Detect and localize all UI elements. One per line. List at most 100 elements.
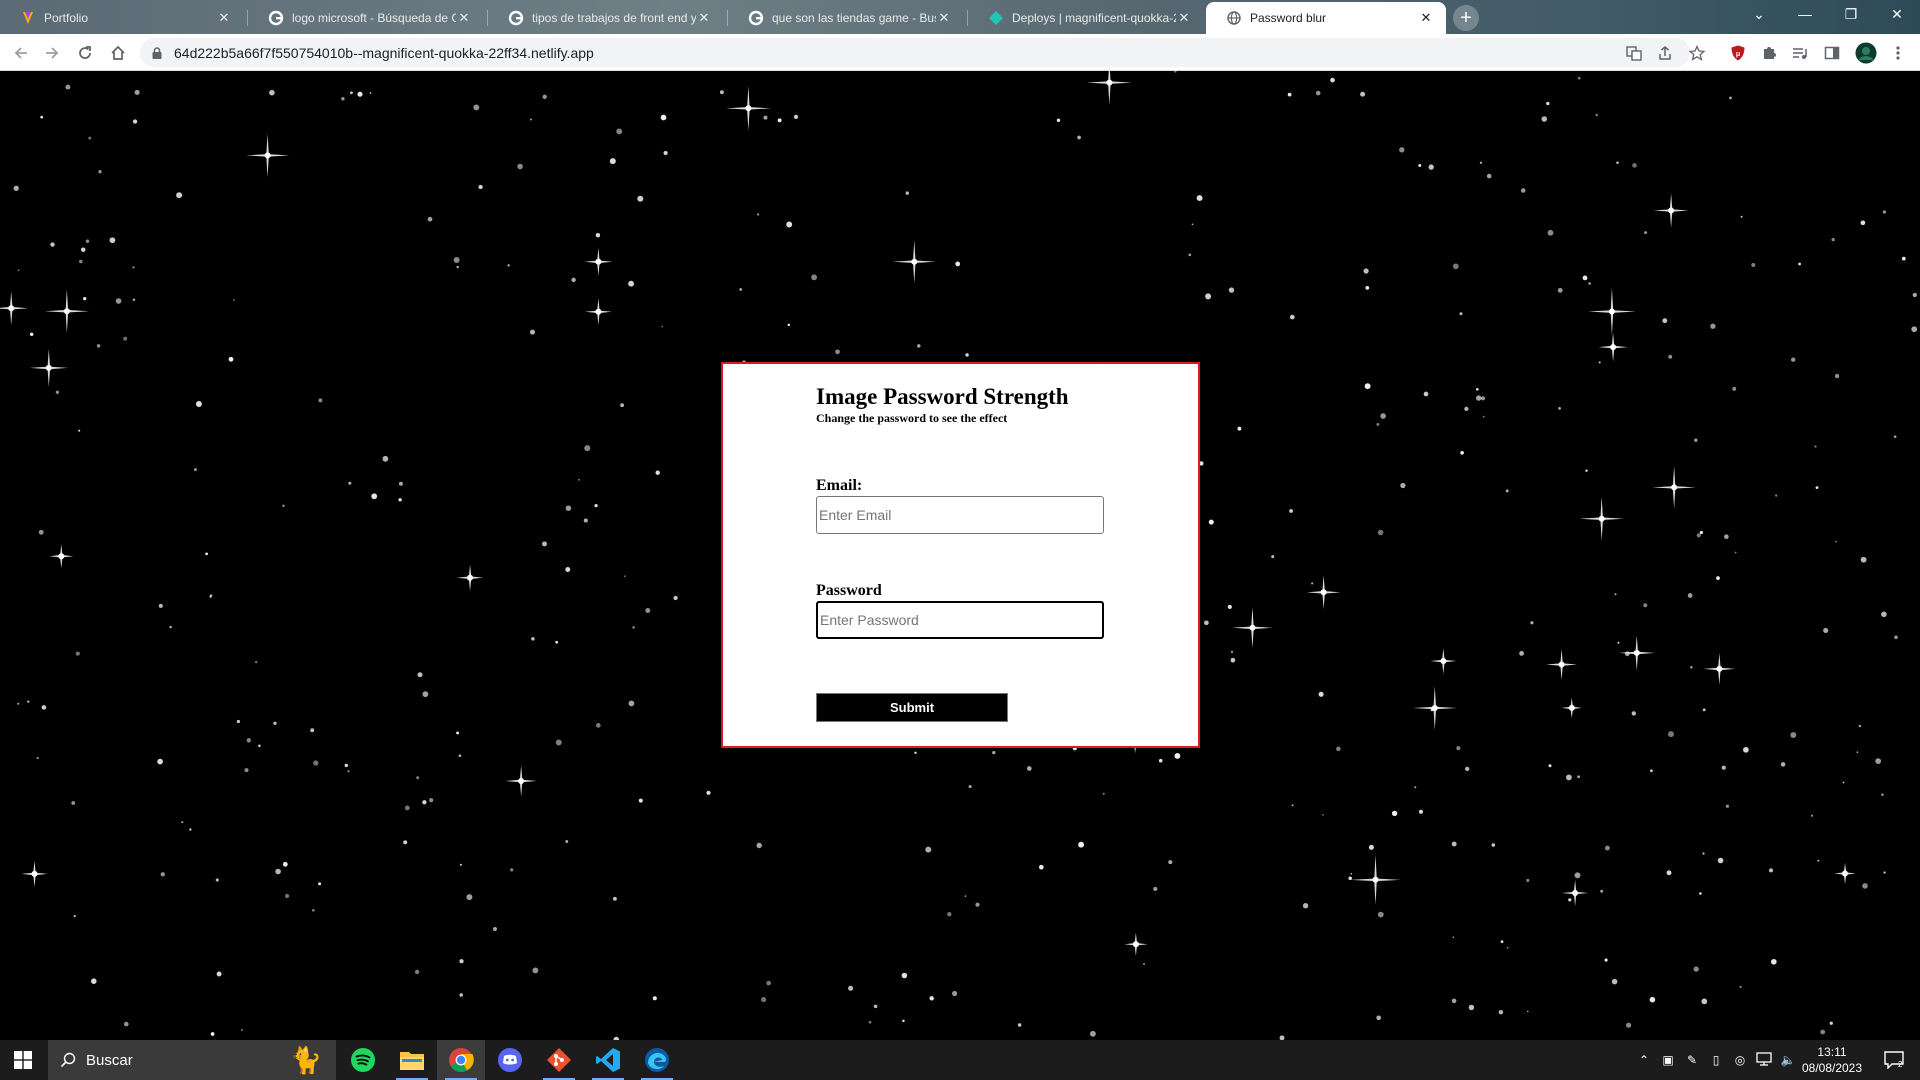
star-dot xyxy=(404,805,410,811)
back-button[interactable] xyxy=(9,41,33,65)
star-dot xyxy=(318,398,323,403)
star-dot xyxy=(216,971,222,977)
star-dot xyxy=(835,349,840,355)
media-control-button[interactable] xyxy=(1788,41,1812,65)
star-dot xyxy=(1770,958,1777,965)
spotify-icon[interactable] xyxy=(339,1040,387,1080)
minimize-button[interactable]: — xyxy=(1782,0,1828,30)
star-dot xyxy=(1291,804,1294,807)
home-button[interactable] xyxy=(106,41,130,65)
star-dot xyxy=(246,738,251,743)
star-dot xyxy=(1856,751,1859,754)
vscode-icon[interactable] xyxy=(584,1040,632,1080)
star-dot xyxy=(456,265,459,269)
url-text[interactable]: 64d222b5a66f7f550754010b--magnificent-qu… xyxy=(174,45,594,61)
browser-menu-button[interactable] xyxy=(1886,41,1910,65)
tab-google-search-front-end[interactable]: tipos de trabajos de front end y ✕ xyxy=(488,2,724,34)
email-label: Email: xyxy=(816,477,863,494)
close-tab-icon[interactable]: ✕ xyxy=(456,10,472,26)
reload-button[interactable] xyxy=(73,41,97,65)
discord-icon[interactable] xyxy=(486,1040,534,1080)
tab-search-chevron-icon[interactable]: ⌄ xyxy=(1736,0,1782,30)
password-input[interactable] xyxy=(816,601,1104,639)
star-sparkle xyxy=(49,544,74,569)
star-dot xyxy=(228,356,234,362)
pen-icon[interactable]: ✎ xyxy=(1680,1053,1704,1067)
star-dot xyxy=(1834,373,1840,379)
star-dot xyxy=(369,92,372,94)
network-icon[interactable] xyxy=(1752,1051,1776,1069)
star-dot xyxy=(473,104,480,111)
chevron-up-icon[interactable]: ⌃ xyxy=(1632,1053,1656,1067)
start-button[interactable] xyxy=(0,1040,46,1080)
location-icon[interactable]: ◎ xyxy=(1728,1053,1752,1067)
star-dot xyxy=(1541,116,1548,122)
star-dot xyxy=(507,264,510,267)
clock[interactable]: 13:11 08/08/2023 xyxy=(1796,1044,1868,1076)
star-dot xyxy=(1451,998,1457,1004)
profile-avatar[interactable] xyxy=(1854,41,1878,65)
star-dot xyxy=(459,863,462,866)
taskbar-search-box[interactable]: Buscar 🐈 xyxy=(48,1040,336,1080)
star-dot xyxy=(1289,509,1293,513)
close-tab-icon[interactable]: ✕ xyxy=(696,10,712,26)
tab-netlify-deploys[interactable]: Deploys | magnificent-quokka-22 ✕ xyxy=(968,2,1204,34)
star-dot xyxy=(1894,635,1898,640)
playlist-icon xyxy=(1793,48,1807,59)
star-dot xyxy=(531,637,535,641)
star-dot xyxy=(1526,878,1530,882)
star-dot xyxy=(282,504,285,507)
windows-taskbar: Buscar 🐈 ⌃ ▣ ✎ ▯ ◎ 🔈 13:11 08/08/2023 2 xyxy=(0,1040,1920,1080)
star-dot xyxy=(1823,627,1829,633)
star-dot xyxy=(673,595,678,601)
star-dot xyxy=(73,914,76,918)
star-dot xyxy=(565,567,571,572)
ublock-extension-button[interactable]: μ xyxy=(1726,41,1750,65)
file-explorer-icon[interactable] xyxy=(388,1040,436,1080)
google-icon xyxy=(268,10,284,26)
star-dot xyxy=(577,478,580,481)
tab-password-blur[interactable]: Password blur ✕ xyxy=(1206,2,1446,34)
meet-now-icon[interactable]: ▣ xyxy=(1656,1053,1680,1067)
star-dot xyxy=(210,1032,215,1036)
battery-icon[interactable]: ▯ xyxy=(1704,1053,1728,1067)
close-tab-icon[interactable]: ✕ xyxy=(216,10,232,26)
star-dot xyxy=(310,728,315,733)
chrome-icon[interactable] xyxy=(437,1040,485,1080)
star-dot xyxy=(1668,731,1674,738)
tab-portfolio[interactable]: Portfolio ✕ xyxy=(0,2,244,34)
star-dot xyxy=(1414,786,1417,789)
browser-tab-strip: Portfolio ✕ logo microsoft - Búsqueda de… xyxy=(0,0,1920,34)
tab-google-search-logo[interactable]: logo microsoft - Búsqueda de Google ✕ xyxy=(248,2,484,34)
star-dot xyxy=(115,298,122,304)
lock-icon[interactable] xyxy=(152,46,162,59)
close-tab-icon[interactable]: ✕ xyxy=(1418,10,1434,26)
star-dot xyxy=(1026,766,1032,771)
star-dot xyxy=(583,518,588,523)
submit-button[interactable]: Submit xyxy=(816,693,1008,722)
star-dot xyxy=(1725,804,1729,808)
side-panel-button[interactable] xyxy=(1820,41,1844,65)
star-dot xyxy=(398,498,402,502)
close-tab-icon[interactable]: ✕ xyxy=(936,10,952,26)
new-tab-button[interactable]: + xyxy=(1453,5,1479,31)
login-form: Image Password Strength Change the passw… xyxy=(816,384,1116,722)
extensions-button[interactable] xyxy=(1757,41,1781,65)
close-tab-icon[interactable]: ✕ xyxy=(1176,10,1192,26)
close-window-button[interactable]: ✕ xyxy=(1874,0,1920,30)
git-icon[interactable] xyxy=(535,1040,583,1080)
tab-google-search-tiendas[interactable]: que son las tiendas game - Busc ✕ xyxy=(728,2,964,34)
share-button[interactable] xyxy=(1653,41,1677,65)
notification-center-button[interactable]: 2 xyxy=(1874,1040,1914,1080)
star-dot xyxy=(109,237,116,244)
translate-button[interactable] xyxy=(1622,41,1646,65)
bookmark-button[interactable] xyxy=(1685,41,1709,65)
star-dot xyxy=(83,297,87,301)
edge-icon[interactable] xyxy=(633,1040,681,1080)
star-dot xyxy=(565,505,572,511)
email-input[interactable] xyxy=(816,496,1104,534)
restore-button[interactable]: ❐ xyxy=(1828,0,1874,30)
forward-button[interactable] xyxy=(40,41,64,65)
star-dot xyxy=(1710,323,1716,329)
address-bar[interactable]: 64d222b5a66f7f550754010b--magnificent-qu… xyxy=(140,38,1690,67)
